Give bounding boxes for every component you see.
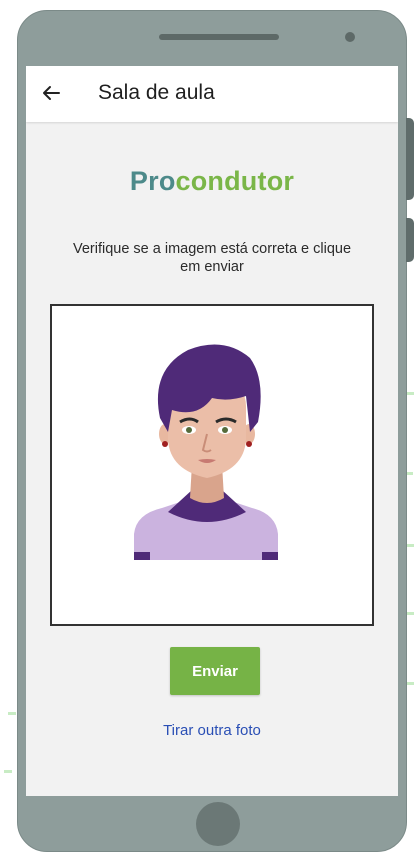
- app-screen: Sala de aula Procondutor Verifique se a …: [26, 66, 398, 796]
- phone-speaker: [159, 34, 279, 40]
- brand-logo-part2: condutor: [175, 166, 295, 196]
- background-dash: [406, 544, 414, 547]
- background-dash: [4, 770, 12, 773]
- phone-camera: [345, 32, 355, 42]
- background-dash: [406, 392, 414, 395]
- app-bar: Sala de aula: [26, 66, 398, 122]
- instructions-text: Verifique se a imagem está correta e cli…: [72, 241, 352, 275]
- back-button[interactable]: [34, 76, 68, 110]
- retake-photo-link[interactable]: Tirar outra foto: [26, 722, 398, 739]
- person-avatar-image: [134, 344, 278, 560]
- home-button: [196, 802, 240, 846]
- send-button[interactable]: Enviar: [170, 647, 260, 695]
- background-dash: [8, 712, 16, 715]
- background-dash: [407, 612, 414, 615]
- photo-preview: [50, 304, 374, 626]
- brand-logo-part1: Pro: [129, 166, 176, 196]
- power-button: [406, 218, 414, 262]
- arrow-left-icon: [43, 86, 60, 100]
- background-dash: [406, 682, 414, 685]
- volume-button: [406, 118, 414, 200]
- page-title: Sala de aula: [98, 81, 215, 104]
- brand-logo: Procondutor: [26, 166, 398, 197]
